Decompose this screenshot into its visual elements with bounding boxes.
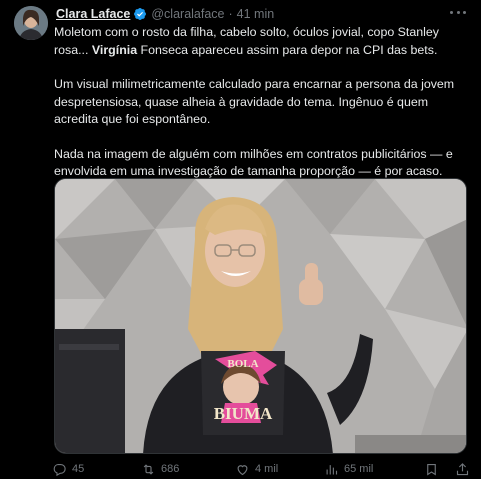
reply-button[interactable]: 45 (52, 462, 84, 477)
tweet-header: Clara Laface @claralaface · 41 min (56, 6, 274, 22)
bold-name: Virgínia (91, 42, 138, 57)
tweet-photo[interactable]: BOLA BIUMA (54, 178, 467, 454)
author-handle[interactable]: @claralaface (151, 7, 224, 21)
tweet-paragraph-1: Moletom com o rosto da filha, cabelo sol… (54, 25, 439, 57)
retweet-count: 686 (161, 463, 180, 475)
sweatshirt-lettering-bottom: BIUMA (214, 404, 273, 423)
author-name[interactable]: Clara Laface (56, 7, 130, 21)
tweet-card[interactable]: Clara Laface @claralaface · 41 min Molet… (0, 0, 481, 479)
views-button[interactable]: 65 mil (324, 462, 373, 477)
verified-badge-icon (133, 7, 147, 21)
reply-icon (53, 463, 66, 476)
tweet-paragraph-3: Nada na imagem de alguém com milhões em … (54, 146, 453, 179)
reply-count: 45 (72, 463, 85, 475)
tweet-timestamp[interactable]: 41 min (237, 7, 275, 21)
tweet-paragraph-2: Um visual milimetricamente calculado par… (54, 77, 455, 126)
tweet-actions-bar: 45 686 4 mil 65 mil (52, 460, 477, 478)
views-count: 65 mil (344, 463, 374, 475)
sweatshirt-lettering-top: BOLA (227, 358, 258, 370)
more-options-icon[interactable] (449, 5, 467, 19)
separator-dot: · (228, 7, 233, 21)
sweatshirt-print: BOLA BIUMA (201, 351, 285, 435)
retweet-icon (143, 463, 154, 475)
share-button[interactable] (455, 462, 470, 477)
bookmark-button[interactable] (424, 462, 439, 477)
bookmark-icon (427, 463, 436, 476)
like-button[interactable]: 4 mil (235, 462, 278, 477)
avatar[interactable] (14, 6, 48, 40)
views-chart-icon (326, 464, 338, 474)
like-count: 4 mil (255, 463, 279, 475)
retweet-button[interactable]: 686 (141, 462, 179, 477)
heart-icon (237, 464, 248, 475)
tweet-text: Moletom com o rosto da filha, cabelo sol… (54, 24, 474, 198)
share-icon (456, 462, 469, 475)
